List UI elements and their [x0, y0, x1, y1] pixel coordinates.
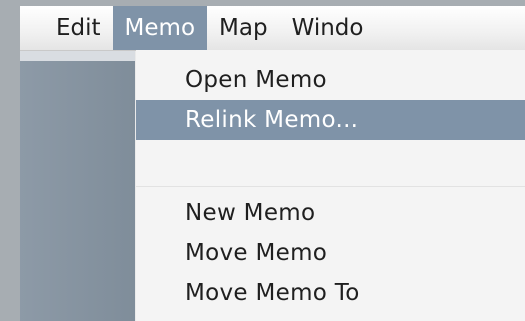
menu-separator — [136, 186, 525, 187]
menu-edit[interactable]: Edit — [20, 6, 113, 50]
menu-memo[interactable]: Memo — [112, 6, 208, 50]
menu-item-new-memo[interactable]: New Memo — [136, 193, 525, 233]
menu-map[interactable]: Map — [207, 6, 280, 50]
background-window-panel — [20, 51, 137, 321]
menu-item-move-memo-to[interactable]: Move Memo To — [136, 273, 525, 313]
memo-dropdown-menu: Open Memo Relink Memo... New Memo Move M… — [136, 50, 525, 321]
menu-bar: Edit Memo Map Windo — [20, 6, 525, 51]
menu-item-relink-memo[interactable]: Relink Memo... — [136, 100, 525, 140]
background-window-header — [20, 51, 135, 61]
menu-item-move-memo[interactable]: Move Memo — [136, 233, 525, 273]
menu-window[interactable]: Windo — [280, 6, 376, 50]
menu-item-open-memo[interactable]: Open Memo — [136, 60, 525, 100]
